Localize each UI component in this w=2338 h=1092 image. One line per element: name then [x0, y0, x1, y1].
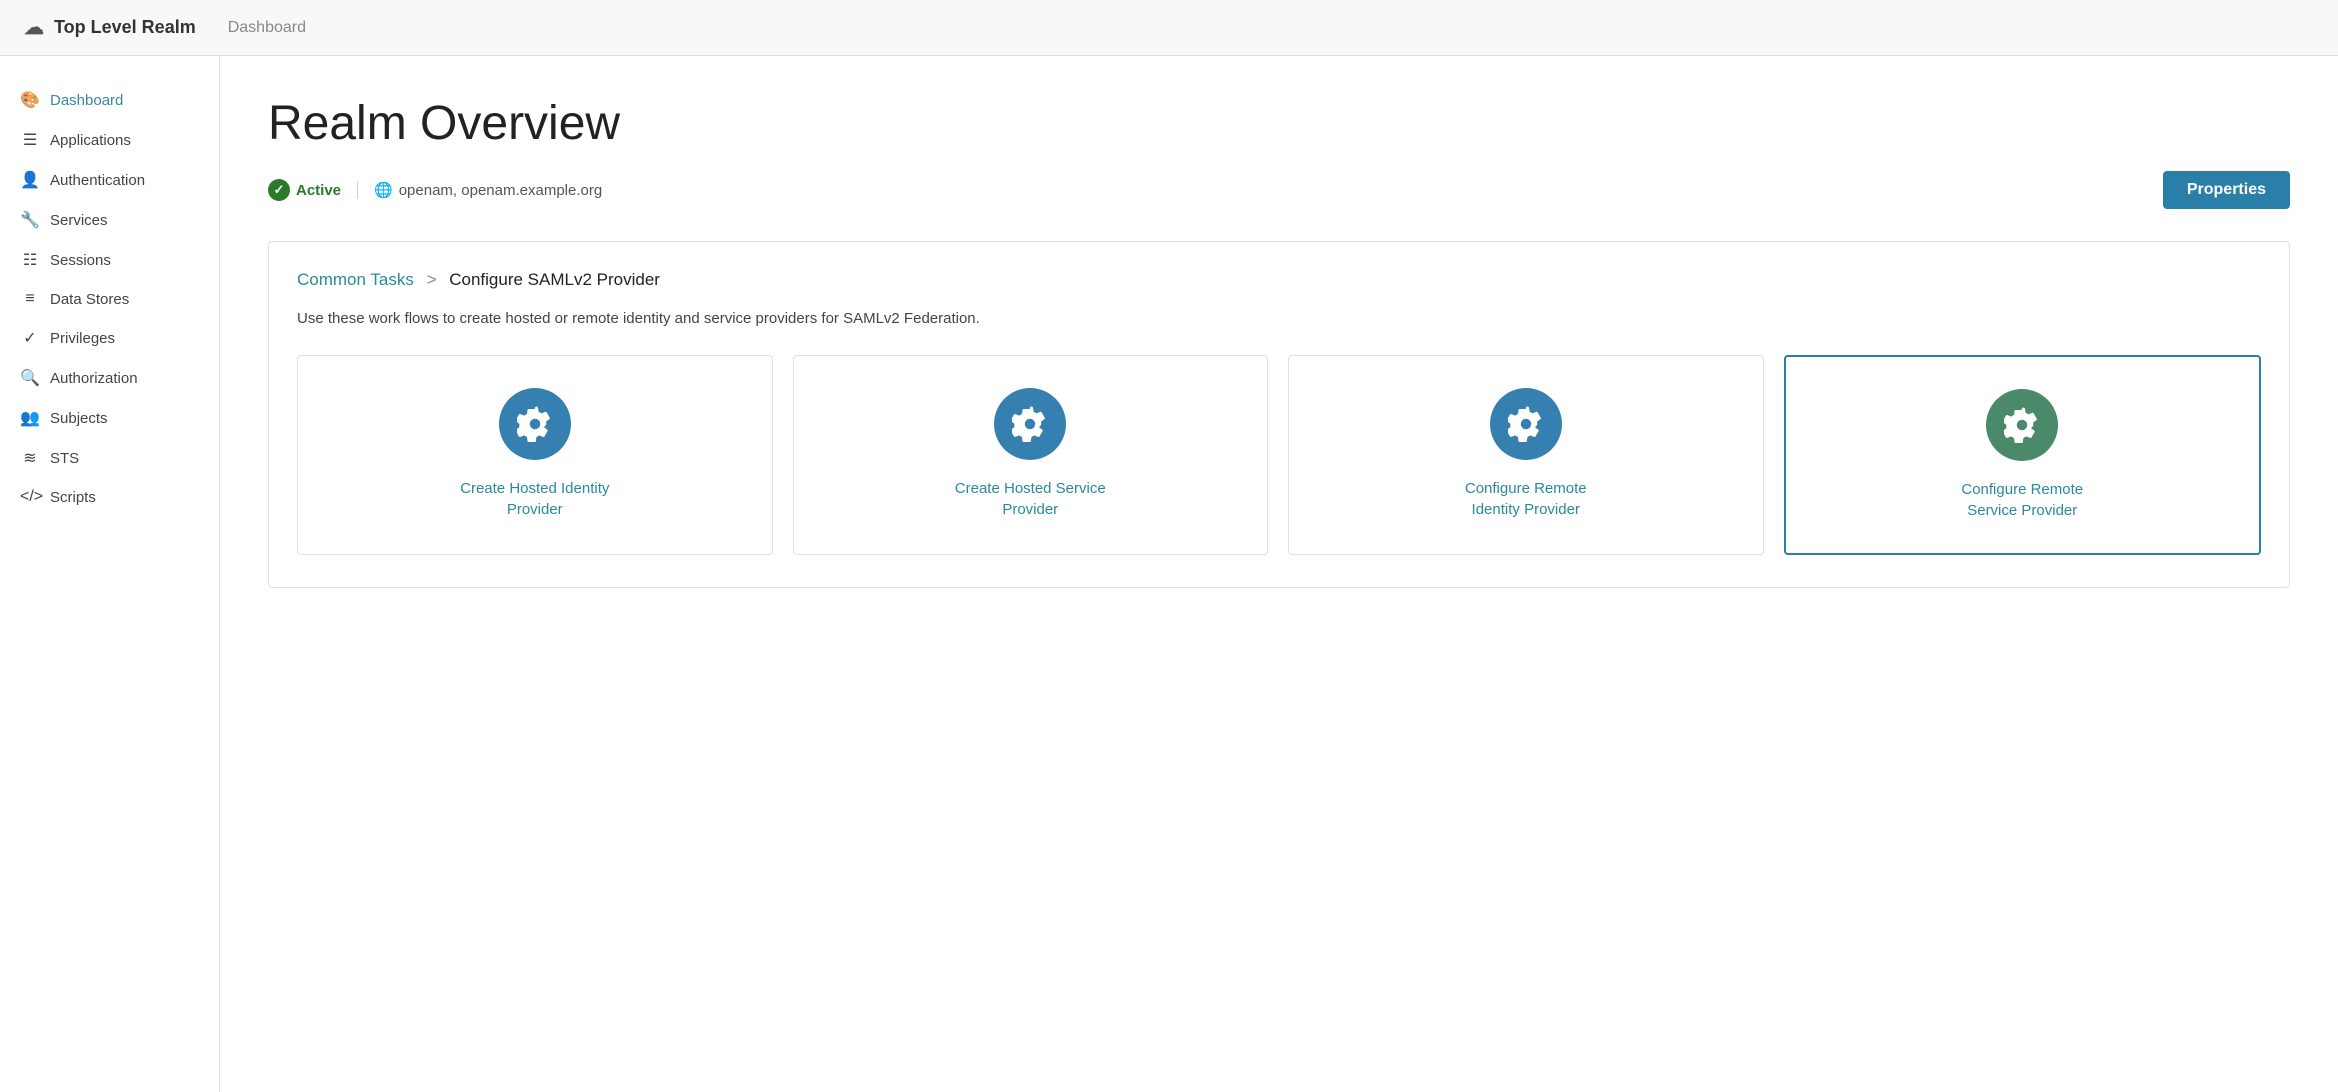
data-stores-icon: ≡: [20, 290, 40, 308]
breadcrumb-link[interactable]: Common Tasks: [297, 270, 414, 289]
card-label: Create Hosted IdentityProvider: [460, 478, 609, 520]
card-hosted-idp[interactable]: Create Hosted IdentityProvider: [297, 355, 773, 555]
sidebar-item-authentication[interactable]: 👤 Authentication: [0, 160, 219, 200]
sidebar-item-sessions[interactable]: ☷ Sessions: [0, 240, 219, 280]
task-area: Common Tasks > Configure SAMLv2 Provider…: [268, 241, 2290, 588]
task-description: Use these work flows to create hosted or…: [297, 310, 2261, 327]
subjects-icon: 👥: [20, 408, 40, 428]
cards-row: Create Hosted IdentityProvider Create Ho…: [297, 355, 2261, 555]
card-icon-circle: [1986, 389, 2058, 461]
card-hosted-sp[interactable]: Create Hosted ServiceProvider: [793, 355, 1269, 555]
breadcrumb: Common Tasks > Configure SAMLv2 Provider: [297, 270, 2261, 290]
gear-icon: [517, 406, 553, 442]
globe-icon: 🌐: [374, 181, 393, 199]
sidebar-item-authorization[interactable]: 🔍 Authorization: [0, 358, 219, 398]
services-icon: 🔧: [20, 210, 40, 230]
realm-info: 🌐 openam, openam.example.org: [374, 181, 602, 199]
card-label: Create Hosted ServiceProvider: [955, 478, 1106, 520]
gear-icon: [1012, 406, 1048, 442]
card-icon-circle: [1490, 388, 1562, 460]
scripts-icon: </>: [20, 488, 40, 506]
dashboard-icon: 🎨: [20, 90, 40, 110]
sidebar-item-label: STS: [50, 450, 79, 467]
page-title: Realm Overview: [268, 96, 2290, 151]
status-label: Active: [296, 182, 341, 199]
sidebar-item-label: Services: [50, 212, 108, 229]
sidebar-item-applications[interactable]: ☰ Applications: [0, 120, 219, 160]
sidebar-item-label: Scripts: [50, 489, 96, 506]
sidebar-item-label: Subjects: [50, 410, 108, 427]
sidebar-item-data-stores[interactable]: ≡ Data Stores: [0, 280, 219, 318]
breadcrumb-current: Configure SAMLv2 Provider: [449, 270, 660, 289]
breadcrumb-separator: >: [427, 270, 437, 289]
sidebar-item-label: Privileges: [50, 330, 115, 347]
brand: ☁ Top Level Realm: [24, 15, 196, 40]
card-label: Configure RemoteIdentity Provider: [1465, 478, 1587, 520]
applications-icon: ☰: [20, 130, 40, 150]
sidebar-item-label: Sessions: [50, 252, 111, 269]
sidebar: 🎨 Dashboard ☰ Applications 👤 Authenticat…: [0, 56, 220, 1092]
status-row: ✓ Active 🌐 openam, openam.example.org Pr…: [268, 171, 2290, 209]
properties-button[interactable]: Properties: [2163, 171, 2290, 209]
card-remote-sp[interactable]: Configure RemoteService Provider: [1784, 355, 2262, 555]
card-icon-circle: [499, 388, 571, 460]
gear-icon: [1508, 406, 1544, 442]
header-nav: Dashboard: [228, 19, 306, 37]
sidebar-item-scripts[interactable]: </> Scripts: [0, 478, 219, 516]
authorization-icon: 🔍: [20, 368, 40, 388]
layout: 🎨 Dashboard ☰ Applications 👤 Authenticat…: [0, 56, 2338, 1092]
top-header: ☁ Top Level Realm Dashboard: [0, 0, 2338, 56]
sidebar-item-dashboard[interactable]: 🎨 Dashboard: [0, 80, 219, 120]
card-icon-circle: [994, 388, 1066, 460]
authentication-icon: 👤: [20, 170, 40, 190]
check-icon: ✓: [268, 179, 290, 201]
sidebar-item-label: Applications: [50, 132, 131, 149]
status-badge: ✓ Active: [268, 179, 341, 201]
card-remote-idp[interactable]: Configure RemoteIdentity Provider: [1288, 355, 1764, 555]
cloud-icon: ☁: [24, 15, 44, 40]
main-content: Realm Overview ✓ Active 🌐 openam, openam…: [220, 56, 2338, 1092]
brand-label: Top Level Realm: [54, 17, 196, 38]
privileges-icon: ✓: [20, 328, 40, 348]
card-label: Configure RemoteService Provider: [1961, 479, 2083, 521]
sidebar-item-services[interactable]: 🔧 Services: [0, 200, 219, 240]
sidebar-item-privileges[interactable]: ✓ Privileges: [0, 318, 219, 358]
sidebar-item-subjects[interactable]: 👥 Subjects: [0, 398, 219, 438]
sidebar-item-sts[interactable]: ≋ STS: [0, 438, 219, 478]
sts-icon: ≋: [20, 448, 40, 468]
gear-icon: [2004, 407, 2040, 443]
realm-info-text: openam, openam.example.org: [399, 182, 602, 199]
sessions-icon: ☷: [20, 250, 40, 270]
sidebar-item-label: Authentication: [50, 172, 145, 189]
status-divider: [357, 181, 358, 199]
sidebar-item-label: Authorization: [50, 370, 138, 387]
sidebar-item-label: Dashboard: [50, 92, 123, 109]
sidebar-item-label: Data Stores: [50, 291, 129, 308]
